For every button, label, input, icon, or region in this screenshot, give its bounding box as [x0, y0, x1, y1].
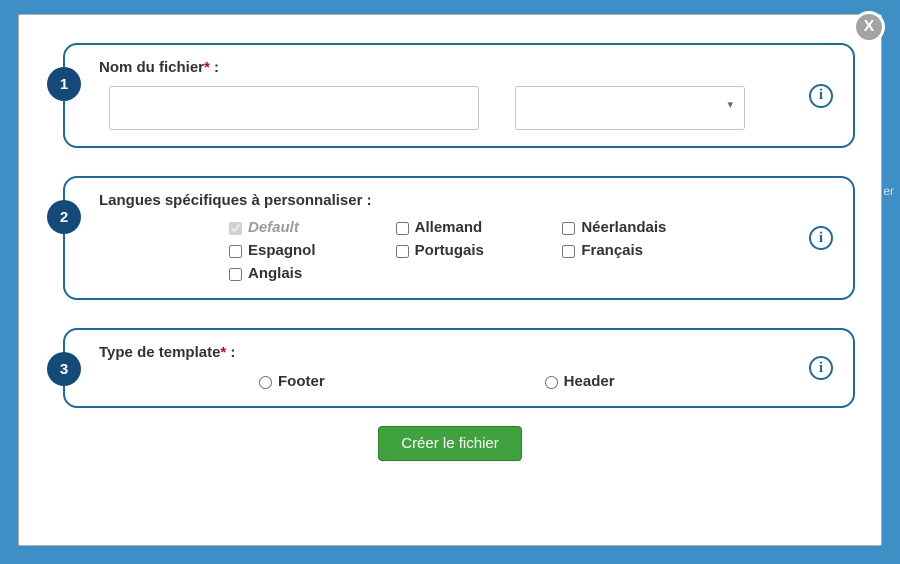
step-2-title: Langues spécifiques à personnaliser :: [99, 192, 793, 209]
template-header-option[interactable]: Header: [545, 373, 615, 390]
template-footer-label: Footer: [278, 373, 325, 390]
lang-neerlandais-label: Néerlandais: [581, 219, 666, 236]
languages-grid: Default Allemand Néerlandais Espagnol Po…: [99, 219, 719, 282]
step-3-title-text: Type de template: [99, 344, 220, 361]
step-1-title: Nom du fichier* :: [99, 59, 793, 76]
lang-anglais-label: Anglais: [248, 265, 302, 282]
lang-portugais[interactable]: Portugais: [396, 242, 553, 259]
lang-neerlandais[interactable]: Néerlandais: [562, 219, 719, 236]
template-footer-option[interactable]: Footer: [259, 373, 325, 390]
info-icon[interactable]: i: [809, 226, 833, 250]
filename-select[interactable]: [515, 86, 745, 130]
lang-francais[interactable]: Français: [562, 242, 719, 259]
step-3-title: Type de template* :: [99, 344, 793, 361]
filename-input[interactable]: [109, 86, 479, 130]
lang-allemand[interactable]: Allemand: [396, 219, 553, 236]
lang-anglais[interactable]: Anglais: [229, 265, 386, 282]
template-header-label: Header: [564, 373, 615, 390]
lang-default-checkbox: [229, 222, 242, 235]
lang-francais-label: Français: [581, 242, 643, 259]
step-3-block: 3 Type de template* : Footer Header i: [63, 328, 855, 408]
step-1-title-text: Nom du fichier: [99, 59, 204, 76]
step-2-badge: 2: [47, 200, 81, 234]
lang-francais-checkbox[interactable]: [562, 245, 575, 258]
lang-espagnol[interactable]: Espagnol: [229, 242, 386, 259]
lang-neerlandais-checkbox[interactable]: [562, 222, 575, 235]
modal-dialog: X 1 Nom du fichier* : i 2 Langues spécif…: [18, 14, 882, 546]
step-1-title-suffix: :: [210, 59, 219, 76]
step-3-badge: 3: [47, 352, 81, 386]
step-1-badge: 1: [47, 67, 81, 101]
step-3-title-suffix: :: [226, 344, 235, 361]
template-footer-radio[interactable]: [259, 376, 272, 389]
lang-default-label: Default: [248, 219, 299, 236]
lang-anglais-checkbox[interactable]: [229, 268, 242, 281]
close-button[interactable]: X: [853, 11, 885, 43]
info-icon[interactable]: i: [809, 356, 833, 380]
template-header-radio[interactable]: [545, 376, 558, 389]
step-1-block: 1 Nom du fichier* : i: [63, 43, 855, 148]
lang-espagnol-label: Espagnol: [248, 242, 316, 259]
lang-allemand-label: Allemand: [415, 219, 483, 236]
lang-espagnol-checkbox[interactable]: [229, 245, 242, 258]
create-file-button[interactable]: Créer le fichier: [378, 426, 522, 461]
info-icon[interactable]: i: [809, 84, 833, 108]
lang-default[interactable]: Default: [229, 219, 386, 236]
lang-portugais-label: Portugais: [415, 242, 484, 259]
step-2-block: 2 Langues spécifiques à personnaliser : …: [63, 176, 855, 300]
lang-portugais-checkbox[interactable]: [396, 245, 409, 258]
template-type-row: Footer Header: [99, 371, 793, 390]
lang-allemand-checkbox[interactable]: [396, 222, 409, 235]
